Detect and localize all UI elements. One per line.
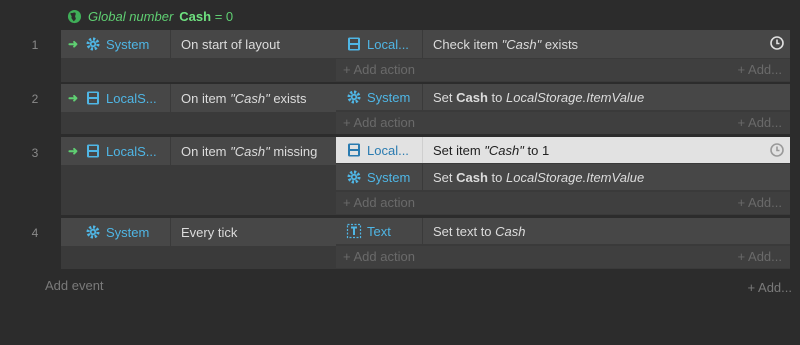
add-action-button[interactable]: + Add action (343, 195, 415, 210)
condition-text: On start of layout (181, 36, 280, 52)
action-object[interactable]: Text (336, 218, 423, 244)
condition-object-name: LocalS... (106, 143, 157, 159)
action-row[interactable]: System Set Cash to LocalStorage.ItemValu… (336, 164, 790, 190)
localstorage-icon (348, 143, 360, 157)
action-text: Check item "Cash" exists (433, 36, 579, 52)
global-variable-prefix: Global number (88, 8, 174, 24)
gear-icon (86, 225, 100, 239)
add-event-button[interactable]: Add event (45, 278, 104, 293)
gear-icon (347, 170, 361, 184)
action-object-name: Local... (367, 36, 409, 52)
action-object-name: System (367, 169, 411, 185)
gear-icon (86, 37, 100, 51)
globe-icon (67, 9, 82, 23)
condition-object-name: System (106, 36, 150, 52)
add-action-button[interactable]: + Add action (343, 249, 415, 264)
trigger-arrow-icon: ➜ (67, 144, 79, 158)
action-object[interactable]: Local... (336, 30, 423, 58)
condition-text: On item "Cash" exists (181, 90, 307, 106)
action-text: Set item "Cash" to 1 (433, 142, 550, 158)
action-object-name: Text (367, 223, 391, 239)
action-row-selected[interactable]: Local... Set item "Cash" to 1 (336, 137, 790, 163)
condition-object[interactable]: System (85, 30, 171, 58)
condition-object[interactable]: System (85, 218, 171, 246)
event-number: 2 (31, 92, 39, 106)
localstorage-icon (87, 91, 99, 105)
localstorage-icon (348, 37, 360, 51)
async-clock-icon (770, 35, 785, 50)
add-action-button[interactable]: + Add action (343, 115, 415, 130)
global-variable-value: = 0 (214, 8, 234, 24)
action-row[interactable]: System Set Cash to LocalStorage.ItemValu… (336, 84, 790, 110)
localstorage-icon (87, 144, 99, 158)
event-number: 3 (31, 146, 39, 160)
add-more-button[interactable]: + Add... (738, 62, 782, 77)
condition-text: Every tick (181, 224, 238, 240)
event-number: 1 (31, 38, 39, 52)
condition-object-name: System (106, 224, 150, 240)
add-more-button[interactable]: + Add... (748, 280, 792, 295)
condition-object[interactable]: LocalS... (85, 84, 171, 112)
action-object[interactable]: Local... (336, 137, 423, 163)
gear-icon (347, 90, 361, 104)
action-text: Set Cash to LocalStorage.ItemValue (433, 89, 645, 105)
action-object-name: System (367, 89, 411, 105)
add-more-button[interactable]: + Add... (738, 195, 782, 210)
add-action-button[interactable]: + Add action (343, 62, 415, 77)
action-row[interactable]: Local... Check item "Cash" exists (336, 30, 790, 58)
trigger-arrow-icon: ➜ (67, 91, 79, 105)
add-more-button[interactable]: + Add... (738, 115, 782, 130)
add-action-row: + Add action + Add... (336, 192, 790, 214)
action-object[interactable]: System (336, 84, 423, 110)
async-clock-icon (770, 142, 785, 157)
condition-row[interactable]: ➜ LocalS... On item "Cash" missing (61, 137, 336, 165)
global-variable[interactable]: Global number Cash = 0 (67, 7, 233, 25)
action-row[interactable]: Text Set text to Cash (336, 218, 790, 244)
add-action-row: + Add action + Add... (336, 246, 790, 268)
add-action-row: + Add action + Add... (336, 112, 790, 134)
action-object[interactable]: System (336, 164, 423, 190)
action-text: Set Cash to LocalStorage.ItemValue (433, 169, 645, 185)
condition-object-name: LocalS... (106, 90, 157, 106)
event-number: 4 (31, 226, 39, 240)
condition-object[interactable]: LocalS... (85, 137, 171, 165)
trigger-arrow-icon: ➜ (67, 37, 79, 51)
condition-text: On item "Cash" missing (181, 143, 318, 159)
condition-row[interactable]: System Every tick (61, 218, 336, 246)
add-more-button[interactable]: + Add... (738, 249, 782, 264)
global-variable-name: Cash (179, 8, 212, 24)
action-text: Set text to Cash (433, 223, 526, 239)
condition-row[interactable]: ➜ LocalS... On item "Cash" exists (61, 84, 336, 112)
text-object-icon (346, 223, 362, 239)
add-action-row: + Add action + Add... (336, 59, 790, 81)
condition-row[interactable]: ➜ System On start of layout (61, 30, 336, 58)
action-object-name: Local... (367, 142, 409, 158)
